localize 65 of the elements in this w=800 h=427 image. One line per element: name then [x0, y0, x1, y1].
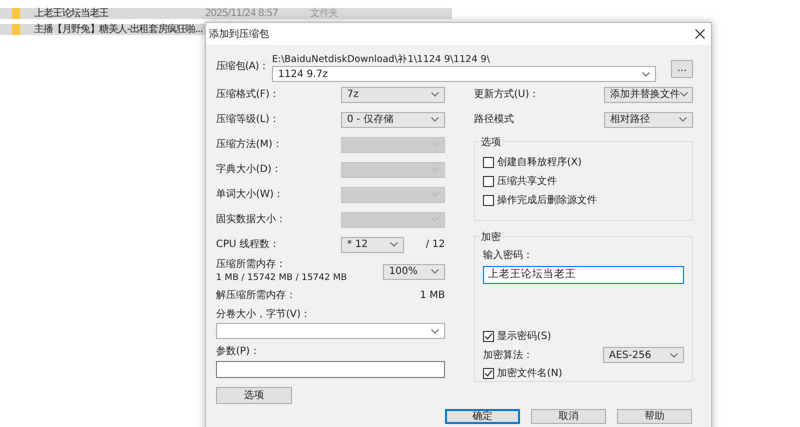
chevron-icon	[680, 92, 688, 97]
chevron-icon	[390, 242, 398, 247]
field-label: 字典大小(D)：	[216, 162, 283, 177]
dialog-button[interactable]: 取消	[531, 409, 606, 424]
checkbox[interactable]	[483, 195, 494, 206]
dialog-button[interactable]: 确定	[445, 409, 520, 424]
checkbox[interactable]	[483, 157, 494, 168]
checkbox-label: 加密文件名(N)	[497, 366, 562, 381]
dropdown[interactable]: 100%	[383, 264, 445, 280]
archive-name-combo[interactable]: 1124 9.7z	[272, 66, 656, 82]
close-icon[interactable]	[695, 29, 705, 39]
chevron-icon	[679, 117, 687, 122]
dropdown[interactable]: 相对路径	[604, 112, 693, 128]
field-label: 固实数据大小：	[216, 212, 287, 227]
group-title: 选项	[479, 137, 503, 149]
field-label: 压缩方法(M)：	[216, 138, 284, 152]
memory-value: 1 MB / 15742 MB / 15742 MB	[216, 272, 347, 286]
field-label: 分卷大小，字节(V)：	[216, 308, 312, 322]
thread-max: / 12	[426, 238, 445, 252]
checkbox-label: 显示密码(S)	[497, 330, 552, 344]
dropdown[interactable]: 添加并替换文件	[604, 86, 693, 102]
input-field[interactable]	[216, 361, 445, 378]
folder-icon	[12, 8, 20, 19]
checkbox-label: 压缩共享文件	[497, 174, 557, 189]
checkbox[interactable]	[483, 368, 494, 379]
field-label: 路径模式	[474, 112, 515, 127]
checkbox[interactable]	[483, 331, 494, 342]
field-label: 输入密码：	[483, 248, 534, 263]
dropdown[interactable]: 0 - 仅存储	[341, 112, 445, 128]
checkbox-label: 创建自释放程序(X)	[497, 156, 582, 170]
folder-icon	[12, 24, 20, 35]
chevron-icon	[431, 92, 439, 97]
field-label: 更新方式(U)：	[474, 88, 540, 102]
path-text: E:\BaiduNetdiskDownload\补1\1124 9\1124 9\	[272, 53, 491, 66]
memory-value: 1 MB	[420, 289, 445, 303]
dropdown[interactable]: 7z	[341, 86, 445, 102]
file-row[interactable]: 上老王论坛当老王 2025/11/24 8:57 文件夹	[0, 8, 452, 19]
field-label: 压缩格式(F)：	[216, 88, 281, 102]
chevron-icon	[431, 328, 439, 334]
checkbox[interactable]	[483, 176, 494, 187]
field-label: 参数(P)：	[216, 344, 261, 358]
browse-button[interactable]: ...	[671, 60, 693, 78]
file-date: 2025/11/24 8:57	[205, 7, 279, 21]
chevron-icon	[431, 269, 439, 274]
file-name: 上老王论坛当老王	[34, 6, 110, 21]
dropdown[interactable]: AES-256	[603, 347, 684, 363]
field-label: 压缩等级(L)：	[216, 112, 280, 127]
password-field[interactable]: 上老王论坛当老王	[483, 266, 684, 284]
dialog-button[interactable]: 帮助	[617, 409, 692, 424]
chevron-icon	[642, 72, 650, 76]
chevron-icon	[670, 352, 678, 358]
field-label: CPU 线程数：	[216, 238, 281, 252]
field-label: 加密算法：	[483, 348, 533, 362]
field-label: 压缩包(A)：	[216, 60, 270, 74]
file-name: 主播【月野兔】糖美人-出租套房疯狂啪...	[34, 22, 204, 37]
chevron-icon	[431, 117, 439, 122]
options-button[interactable]: 选项	[216, 387, 292, 404]
file-type: 文件夹	[310, 6, 338, 21]
field-label: 压缩所需内存：	[216, 258, 287, 272]
group-title: 加密	[479, 232, 503, 244]
field-label: 解压缩所需内存：	[216, 288, 296, 303]
checkbox-label: 操作完成后删除源文件	[497, 194, 597, 208]
window-title: 添加到压缩包	[209, 28, 269, 42]
field-label: 单词大小(W)：	[216, 188, 285, 202]
dropdown[interactable]: * 12	[341, 236, 404, 252]
